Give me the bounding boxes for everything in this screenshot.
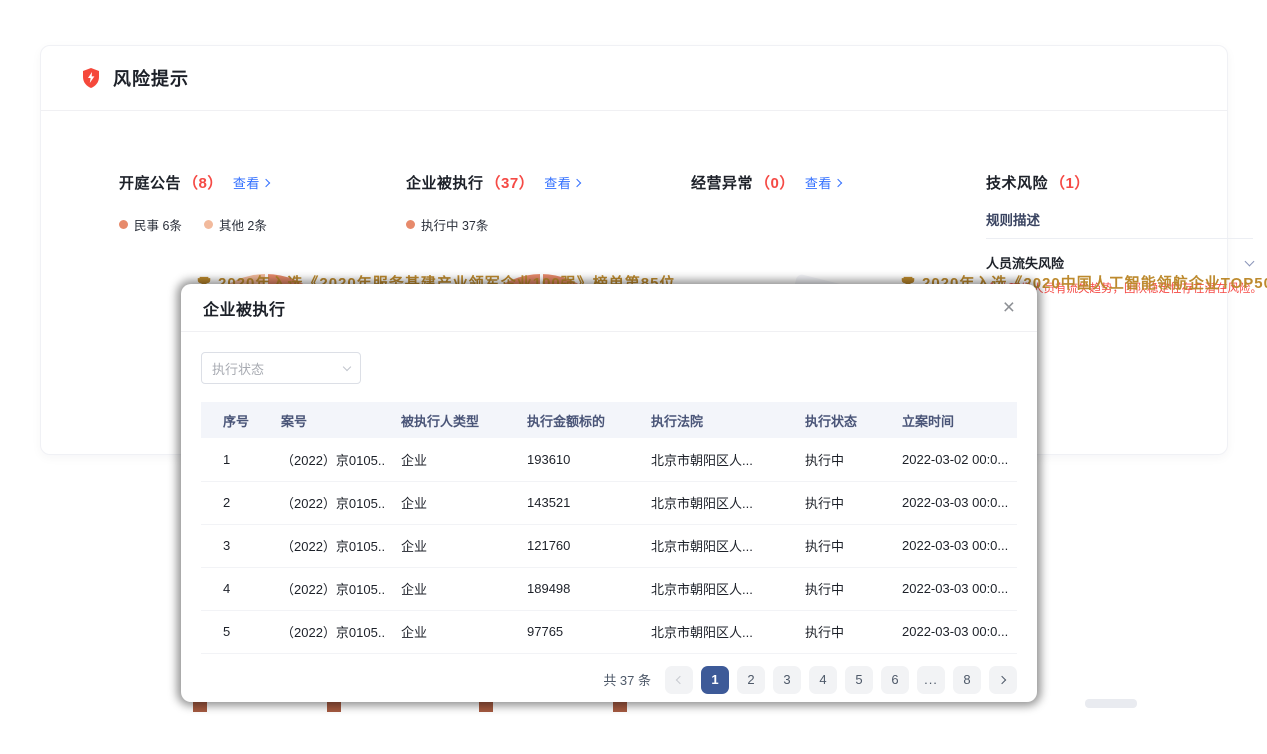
divider <box>986 238 1253 239</box>
select-placeholder: 执行状态 <box>212 359 264 378</box>
section-enterprise-execution: 企业被执行 （37） 查看 <box>406 172 580 193</box>
legend-dot-other <box>204 220 213 229</box>
section-count: （37） <box>486 172 535 193</box>
chevron-right-icon <box>573 178 581 186</box>
background-fragment <box>1085 699 1137 708</box>
risk-shield-icon <box>79 66 103 90</box>
col-header: 执行金额标的 <box>511 402 635 438</box>
pagination: 共 37 条 1 2 3 4 5 6 ... 8 <box>201 666 1017 694</box>
section-hearing-announcement: 开庭公告 （8） 查看 <box>119 172 269 193</box>
page-button-8[interactable]: 8 <box>953 666 981 694</box>
chevron-right-icon <box>998 675 1006 683</box>
chevron-down-icon <box>1245 256 1255 266</box>
section-count: （1） <box>1050 172 1090 193</box>
table-row[interactable]: 4 （2022）京0105... 企业 189498 北京市朝阳区人... 执行… <box>201 567 1017 610</box>
chevron-down-icon <box>343 362 351 370</box>
risk-card-header: 风险提示 <box>41 46 1227 111</box>
legend-dot-civil <box>119 220 128 229</box>
section-title-text: 经营异常 <box>691 172 753 193</box>
legend-dot-executing <box>406 220 415 229</box>
view-hearing-link[interactable]: 查看 <box>233 173 269 192</box>
page-button-6[interactable]: 6 <box>881 666 909 694</box>
section-title-text: 开庭公告 <box>119 172 181 193</box>
col-header: 执行状态 <box>789 402 886 438</box>
table-row[interactable]: 5 （2022）京0105... 企业 97765 北京市朝阳区人... 执行中… <box>201 610 1017 653</box>
total-count-label: 共 37 条 <box>603 670 651 689</box>
col-header: 执行法院 <box>635 402 789 438</box>
close-icon[interactable]: × <box>1003 297 1015 318</box>
chevron-right-icon <box>834 178 842 186</box>
modal-header: 企业被执行 × <box>181 284 1037 332</box>
chevron-right-icon <box>262 178 270 186</box>
legend-item: 民事 6条 <box>119 215 182 234</box>
col-header: 立案时间 <box>886 402 1017 438</box>
section-count: （8） <box>183 172 223 193</box>
section-title-text: 技术风险 <box>986 172 1048 193</box>
risk-collapse-row[interactable]: 人员流失风险 <box>986 253 1253 272</box>
chevron-left-icon <box>676 675 684 683</box>
section-operation-abnormal: 经营异常 （0） 查看 <box>691 172 841 193</box>
page-button-3[interactable]: 3 <box>773 666 801 694</box>
modal-body: 执行状态 序号 案号 被执行人类型 执行金额标的 执行法院 执行状态 立案时间 <box>181 332 1037 702</box>
section-title-text: 企业被执行 <box>406 172 484 193</box>
section-count: （0） <box>755 172 795 193</box>
legend-item: 执行中 37条 <box>406 215 488 234</box>
legend-item: 其他 2条 <box>204 215 267 234</box>
col-header: 被执行人类型 <box>385 402 511 438</box>
col-header: 案号 <box>265 402 385 438</box>
execution-modal: 企业被执行 × 执行状态 序号 案号 被执行人类型 执行金额标的 执行法院 执行… <box>181 284 1037 702</box>
page-button-4[interactable]: 4 <box>809 666 837 694</box>
card-title: 风险提示 <box>113 65 189 91</box>
execution-table: 序号 案号 被执行人类型 执行金额标的 执行法院 执行状态 立案时间 1 （20… <box>201 402 1017 654</box>
hearing-legend: 民事 6条 其他 2条 <box>119 215 267 234</box>
execution-status-select[interactable]: 执行状态 <box>201 352 361 384</box>
page-button-1[interactable]: 1 <box>701 666 729 694</box>
table-row[interactable]: 1 （2022）京0105... 企业 193610 北京市朝阳区人... 执行… <box>201 438 1017 481</box>
prev-page-button[interactable] <box>665 666 693 694</box>
table-row[interactable]: 2 （2022）京0105... 企业 143521 北京市朝阳区人... 执行… <box>201 481 1017 524</box>
risk-title: 人员流失风险 <box>986 253 1064 272</box>
next-page-button[interactable] <box>989 666 1017 694</box>
page-button-2[interactable]: 2 <box>737 666 765 694</box>
col-header: 序号 <box>201 402 265 438</box>
table-row[interactable]: 3 （2022）京0105... 企业 121760 北京市朝阳区人... 执行… <box>201 524 1017 567</box>
table-header-row: 序号 案号 被执行人类型 执行金额标的 执行法院 执行状态 立案时间 <box>201 402 1017 438</box>
modal-title: 企业被执行 <box>203 296 286 320</box>
view-abnormal-link[interactable]: 查看 <box>805 173 841 192</box>
section-tech-risk: 技术风险 （1） <box>986 172 1092 193</box>
view-execution-link[interactable]: 查看 <box>544 173 580 192</box>
rule-description-label: 规则描述 <box>986 209 1040 229</box>
page-ellipsis[interactable]: ... <box>917 666 945 694</box>
execution-legend: 执行中 37条 <box>406 215 488 234</box>
page-button-5[interactable]: 5 <box>845 666 873 694</box>
